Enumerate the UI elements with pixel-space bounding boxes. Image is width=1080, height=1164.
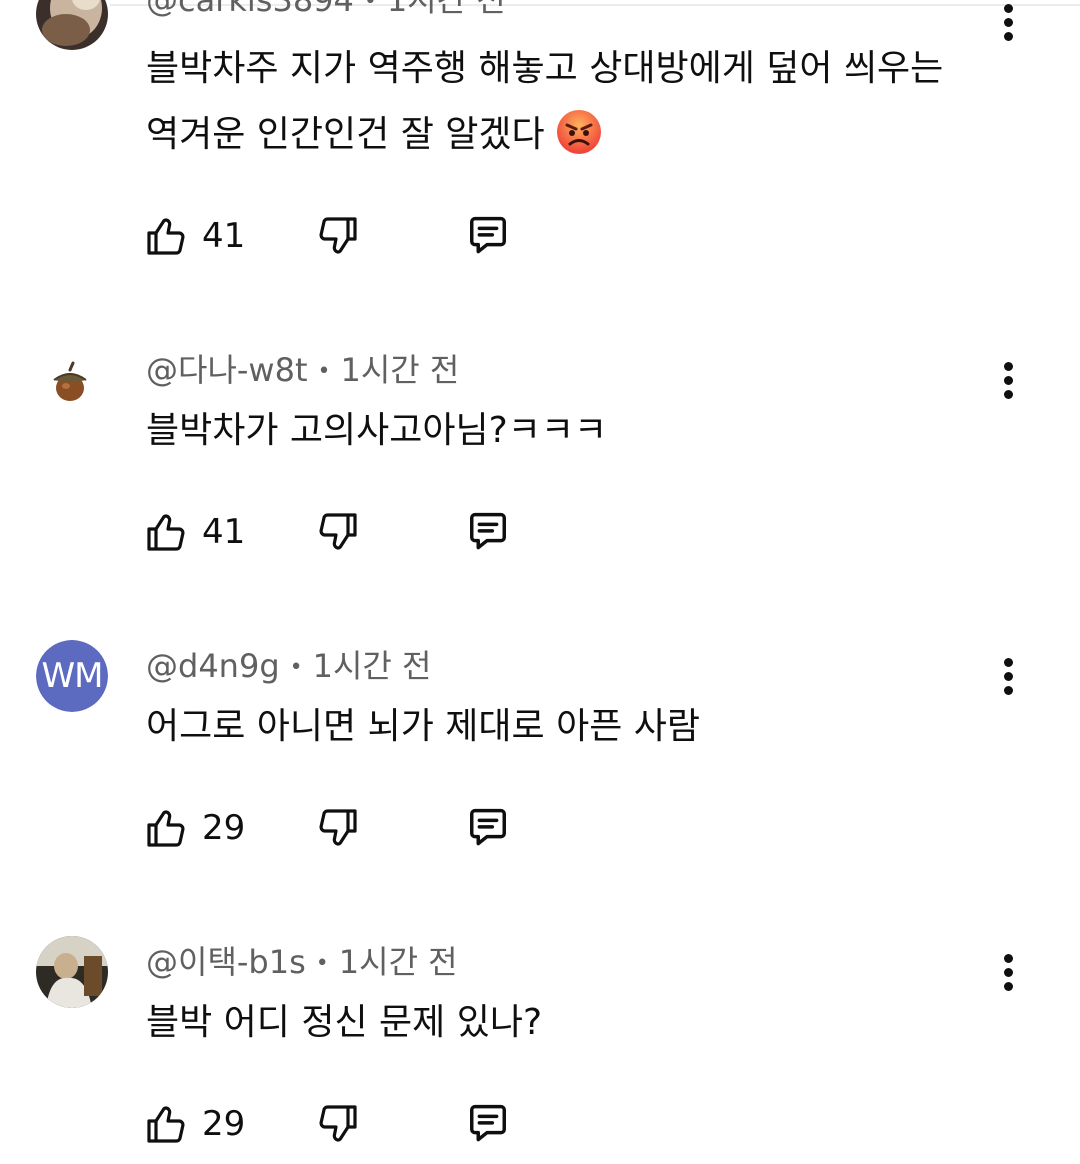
dislike-button[interactable] (314, 804, 362, 852)
comment-author[interactable]: @이택-b1s (146, 943, 306, 981)
comment-text: 어그로 아니면 뇌가 제대로 아픈 사람 (146, 694, 1006, 760)
comment-time: 1시간 전 (312, 647, 432, 685)
avatar-initials: WM (36, 640, 108, 712)
comment-actions: 29 (142, 1096, 514, 1152)
comment-text-line: 블박 어디 정신 문제 있나? (146, 1002, 543, 1043)
thumbs-down-icon (319, 809, 357, 846)
comment-text-line-with-emoji: 역겨운 인간인건 잘 알겠다 (146, 102, 1006, 168)
comment-text: 블박차가 고의사고아님?ㅋㅋㅋ (146, 398, 1006, 464)
like-count: 41 (202, 512, 246, 552)
comment-author[interactable]: @carkis3894 (146, 0, 354, 19)
reply-button[interactable] (462, 1098, 514, 1150)
comment-author[interactable]: @d4n9g (146, 647, 280, 685)
dislike-button[interactable] (314, 212, 362, 260)
avatar[interactable] (36, 344, 108, 416)
reply-comment-icon (470, 1104, 506, 1142)
comment-text-line: 블박차가 고의사고아님?ㅋㅋㅋ (146, 410, 608, 451)
thumbs-down-icon (319, 513, 357, 550)
comment-actions: 41 (142, 208, 514, 264)
comment-text-line: 블박차주 지가 역주행 해놓고 상대방에게 덮어 씌우는 (146, 48, 944, 89)
avatar[interactable] (36, 936, 108, 1008)
dislike-button[interactable] (314, 1100, 362, 1148)
comment-menu-button[interactable] (990, 358, 1026, 402)
like-button[interactable]: 41 (142, 508, 252, 556)
comment-time: 1시간 전 (338, 943, 458, 981)
comment-text: 블박차주 지가 역주행 해놓고 상대방에게 덮어 씌우는 역겨운 인간인건 잘 … (146, 36, 1006, 168)
comment-menu-button[interactable] (990, 950, 1026, 994)
like-count: 29 (202, 1104, 246, 1144)
reply-comment-icon (470, 216, 506, 254)
photo-icon (36, 936, 108, 1008)
comment-time: 1시간 전 (340, 351, 460, 389)
thumbs-down-icon (319, 1105, 357, 1142)
more-vertical-icon (1003, 657, 1013, 667)
dislike-button[interactable] (314, 508, 362, 556)
like-button[interactable]: 41 (142, 212, 252, 260)
thumbs-up-icon (147, 218, 185, 255)
comment-meta: @이택-b1s • 1시간 전 (146, 943, 458, 981)
more-vertical-icon (1003, 3, 1013, 13)
like-count: 41 (202, 216, 246, 256)
reply-button[interactable] (462, 802, 514, 854)
comment-time: 1시간 전 (386, 0, 506, 19)
more-vertical-icon (1003, 953, 1013, 963)
comment-text: 블박 어디 정신 문제 있나? (146, 990, 1006, 1056)
like-count: 29 (202, 808, 246, 848)
reply-button[interactable] (462, 506, 514, 558)
like-button[interactable]: 29 (142, 804, 252, 852)
like-button[interactable]: 29 (142, 1100, 252, 1148)
avatar[interactable]: WM (36, 640, 108, 712)
acorn-icon (36, 344, 108, 416)
comment-meta: @다나-w8t • 1시간 전 (146, 351, 460, 389)
thumbs-up-icon (147, 810, 185, 847)
thumbs-up-icon (147, 514, 185, 551)
reply-button[interactable] (462, 210, 514, 262)
comment-actions: 41 (142, 504, 514, 560)
thumbs-up-icon (147, 1106, 185, 1143)
comment-author[interactable]: @다나-w8t (146, 351, 308, 389)
thumbs-down-icon (319, 217, 357, 254)
avatar[interactable] (36, 0, 108, 50)
comment-actions: 29 (142, 800, 514, 856)
comment-text-line: 어그로 아니면 뇌가 제대로 아픈 사람 (146, 706, 701, 747)
angry-face-icon (555, 108, 603, 156)
photo-icon (36, 0, 108, 50)
reply-comment-icon (470, 512, 506, 550)
comment-meta: @carkis3894 • 1시간 전 (146, 0, 506, 22)
more-vertical-icon (1003, 361, 1013, 371)
reply-comment-icon (470, 808, 506, 846)
comment-meta: @d4n9g • 1시간 전 (146, 647, 432, 685)
comment-menu-button[interactable] (990, 654, 1026, 698)
